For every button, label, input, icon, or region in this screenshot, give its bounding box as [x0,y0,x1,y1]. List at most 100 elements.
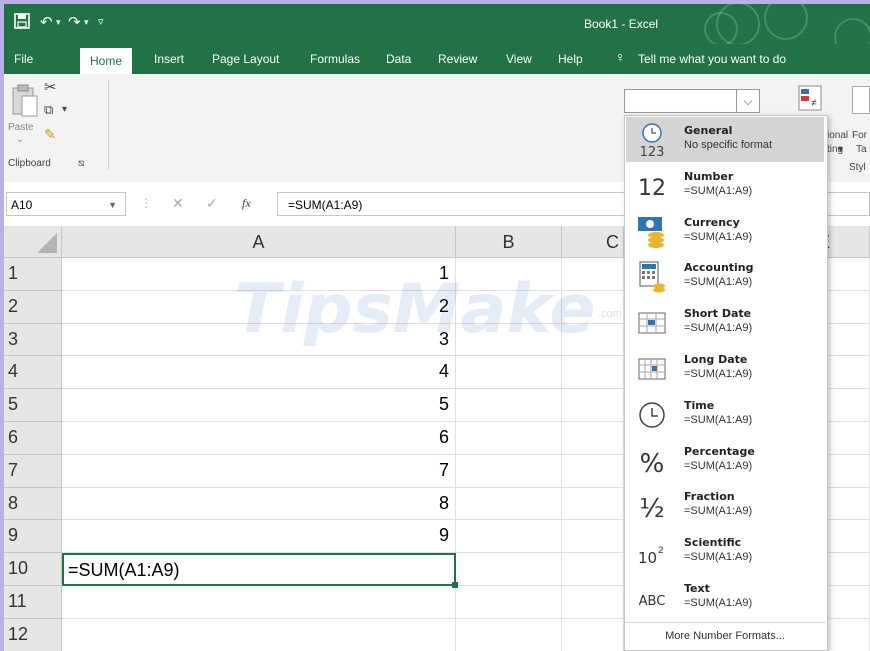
format-option-fraction[interactable]: ½ Fraction =SUM(A1:A9) [626,483,824,528]
cell-a8[interactable]: 8 [62,487,456,521]
cell-b7[interactable] [456,454,562,488]
tab-help[interactable]: Help [558,52,583,66]
more-number-formats-link[interactable]: More Number Formats... [625,622,825,649]
column-header-b[interactable]: B [456,226,562,258]
cancel-icon[interactable]: ✕ [172,195,184,212]
chevron-down-icon[interactable]: ⌵ [736,90,759,112]
format-option-sample: =SUM(A1:A9) [684,551,753,564]
tab-page-layout[interactable]: Page Layout [212,52,279,66]
tab-home[interactable]: Home [80,48,133,74]
undo-dropdown-icon[interactable]: ▾ [56,17,61,28]
format-option-sample: =SUM(A1:A9) [684,413,753,426]
format-option-accounting[interactable]: Accounting =SUM(A1:A9) [626,254,824,299]
format-painter-icon[interactable]: ✎ [44,126,56,143]
row-header-2[interactable]: 2 [4,290,62,324]
tell-me-search[interactable]: Tell me what you want to do [638,52,786,66]
cell-a7[interactable]: 7 [62,454,456,488]
select-all-corner[interactable] [4,226,62,258]
format-option-general[interactable]: 123 General No specific format [626,117,824,162]
copy-icon[interactable]: ⧉ [44,102,53,118]
cell-b11[interactable] [456,586,562,619]
row-header-5[interactable]: 5 [4,389,62,422]
column-header-a[interactable]: A [62,226,456,258]
conditional-formatting-label[interactable]: ional [827,130,848,141]
format-option-number[interactable]: 12 Number =SUM(A1:A9) [626,163,824,208]
row-header-1[interactable]: 1 [4,258,62,291]
conditional-formatting-icon[interactable]: ≠ [797,84,825,114]
cell-c12[interactable] [562,618,624,651]
paste-icon[interactable] [10,82,40,118]
cell-b12[interactable] [456,618,562,651]
chevron-down-icon[interactable]: ▼ [108,193,117,217]
cell-a11[interactable] [62,586,456,619]
tab-review[interactable]: Review [438,52,477,66]
row-header-12[interactable]: 12 [4,618,62,651]
format-option-name: Accounting [684,261,754,275]
redo-dropdown-icon[interactable]: ▾ [84,17,89,28]
cell-a9[interactable]: 9 [62,520,456,554]
row-header-4[interactable]: 4 [4,356,62,390]
column-header-c[interactable]: C [562,226,624,258]
format-as-table-label-2[interactable]: Ta [856,144,867,155]
save-icon[interactable] [14,13,30,34]
cell-a4[interactable]: 4 [62,356,456,390]
window-title: Book1 - Excel [584,17,659,31]
enter-check-icon[interactable]: ✓ [206,195,218,212]
cell-c11[interactable] [562,586,624,619]
tab-view[interactable]: View [506,52,532,66]
separator-dots-icon: ⋮ [140,196,152,210]
active-cell-a10[interactable]: =SUM(A1:A9) [62,553,456,586]
cell-c10[interactable] [562,553,624,586]
row-header-11[interactable]: 11 [4,586,62,619]
paste-dropdown-icon[interactable]: ⌄ [16,134,24,145]
cell-b6[interactable] [456,422,562,455]
row-header-6[interactable]: 6 [4,422,62,455]
cell-c7[interactable] [562,454,624,488]
dropdown-arrow-icon[interactable]: ▾ [838,144,843,155]
tab-insert[interactable]: Insert [154,52,184,66]
cell-b8[interactable] [456,487,562,521]
cell-a5[interactable]: 5 [62,389,456,422]
cell-c6[interactable] [562,422,624,455]
format-option-currency[interactable]: Currency =SUM(A1:A9) [626,209,824,254]
number-format-combobox[interactable]: ⌵ [624,89,760,113]
tab-formulas[interactable]: Formulas [310,52,360,66]
dialog-launcher-icon[interactable]: ⧅ [78,158,84,169]
row-header-9[interactable]: 9 [4,520,62,554]
insert-function-icon[interactable]: fx [242,196,251,211]
format-option-time[interactable]: Time =SUM(A1:A9) [626,392,824,437]
watermark-suffix: .com [598,308,622,320]
format-option-text[interactable]: ABC Text =SUM(A1:A9) [626,575,824,620]
format-option-percentage[interactable]: % Percentage =SUM(A1:A9) [626,438,824,483]
tab-file[interactable]: File [14,52,33,66]
cell-b9[interactable] [456,520,562,554]
format-option-short-date[interactable]: Short Date =SUM(A1:A9) [626,300,824,345]
customize-qat-icon[interactable]: ▿ [98,15,104,28]
cell-b4[interactable] [456,356,562,390]
cell-c4[interactable] [562,356,624,390]
row-header-8[interactable]: 8 [4,487,62,521]
row-header-7[interactable]: 7 [4,454,62,488]
cell-b5[interactable] [456,389,562,422]
cell-b10[interactable] [456,553,562,586]
long-date-icon [634,350,670,388]
copy-dropdown-icon[interactable]: ▾ [62,104,67,115]
fill-handle[interactable] [452,582,458,588]
format-option-scientific[interactable]: 10 2 Scientific =SUM(A1:A9) [626,529,824,574]
cut-icon[interactable]: ✂ [44,78,57,96]
undo-icon[interactable]: ↶ [40,13,53,31]
format-table-icon[interactable] [852,86,870,114]
cell-a6[interactable]: 6 [62,422,456,455]
cell-c8[interactable] [562,487,624,521]
paste-label[interactable]: Paste [8,122,34,133]
redo-icon[interactable]: ↷ [68,13,81,31]
format-option-long-date[interactable]: Long Date =SUM(A1:A9) [626,346,824,391]
tab-data[interactable]: Data [386,52,411,66]
cell-c9[interactable] [562,520,624,554]
name-box[interactable]: A10 ▼ [6,192,126,216]
row-header-3[interactable]: 3 [4,323,62,357]
format-as-table-label[interactable]: For [852,130,867,141]
cell-a12[interactable] [62,618,456,651]
row-header-10[interactable]: 10 [4,553,62,586]
cell-c5[interactable] [562,389,624,422]
